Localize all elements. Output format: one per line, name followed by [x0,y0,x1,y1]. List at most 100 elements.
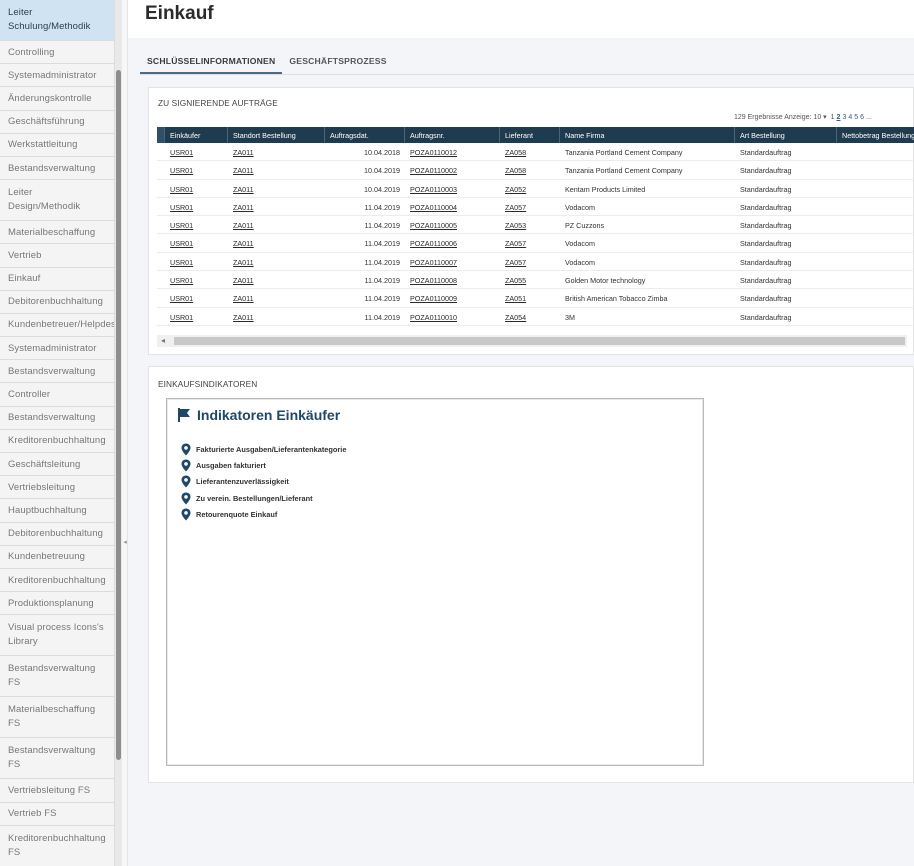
column-header[interactable]: Auftragsnr. [405,127,500,143]
table-cell[interactable]: USR01 [165,161,228,178]
table-row[interactable]: USR01 ZA011 10.04.2019 POZA0110002 ZA058 Tanz… [157,161,914,180]
table-cell[interactable]: POZA0110012 [405,143,500,160]
tab-schluesselinformationen[interactable]: SCHLÜSSELINFORMATIONEN [140,50,283,74]
sidebar-item[interactable]: Leiter Schulung/Methodik [0,0,114,41]
sidebar-item[interactable]: Vertriebsleitung FS [0,779,114,803]
page-link[interactable]: 5 [854,114,858,121]
table-row[interactable]: USR01 ZA011 11.04.2019 POZA0110008 ZA055 Gold… [157,271,914,290]
column-header[interactable]: Art Bestellung [735,127,837,143]
sidebar-item[interactable]: Kreditorenbuchhaltung FS [0,826,114,866]
table-cell[interactable]: ZA052 [500,180,560,197]
sidebar-item[interactable]: Materialbeschaffung FS [0,697,114,739]
table-cell[interactable]: POZA0110008 [405,271,500,288]
table-cell[interactable]: POZA0110005 [405,216,500,233]
sidebar-item[interactable]: Bestandsverwaltung [0,407,114,430]
sidebar-item[interactable]: Visual process Icons's Library [0,615,114,657]
scroll-left-icon[interactable]: ◂ [161,336,165,345]
table-cell[interactable]: ZA054 [500,308,560,325]
sidebar-item[interactable]: Materialbeschaffung [0,221,114,245]
sidebar-item[interactable]: Werkstattleitung [0,134,114,157]
page-size-select[interactable]: 10 ▾ [813,114,826,121]
table-cell[interactable]: POZA0110009 [405,289,500,306]
table-row[interactable]: USR01 ZA011 11.04.2019 POZA0110004 ZA057 Voda… [157,198,914,217]
table-cell[interactable]: USR01 [165,253,228,270]
sidebar-item[interactable]: Bestandsverwaltung FS [0,738,114,780]
table-cell[interactable]: USR01 [165,234,228,251]
table-cell[interactable]: ZA057 [500,198,560,215]
table-cell[interactable]: ZA058 [500,143,560,160]
table-cell[interactable]: POZA0110010 [405,308,500,325]
sidebar-item[interactable]: Kundenbetreuer/Helpdesk [0,314,114,338]
column-header[interactable]: Standort Bestellung [228,127,325,143]
sidebar-item[interactable]: Kundenbetreuung [0,546,114,569]
sidebar-item[interactable]: Controller [0,383,114,407]
table-cell[interactable]: ZA011 [228,161,325,178]
sidebar-item[interactable]: Vertrieb FS [0,803,114,826]
indicator-link[interactable]: Fakturierte Ausgaben/Lieferantenkategori… [181,441,346,457]
sidebar-item[interactable]: Leiter Design/Methodik [0,180,114,222]
table-cell[interactable]: ZA058 [500,161,560,178]
table-cell[interactable]: POZA0110007 [405,253,500,270]
sidebar-item[interactable]: Bestandsverwaltung [0,157,114,181]
row-selector[interactable] [157,180,165,197]
table-cell[interactable]: USR01 [165,216,228,233]
table-cell[interactable]: POZA0110003 [405,180,500,197]
page-link[interactable]: 2 [837,114,841,121]
table-cell[interactable]: POZA0110004 [405,198,500,215]
sidebar-item[interactable]: Hauptbuchhaltung [0,499,114,523]
table-row[interactable]: USR01 ZA011 11.04.2019 POZA0110010 ZA054 3M St… [157,308,914,326]
sidebar-item[interactable]: Bestandsverwaltung FS [0,656,114,698]
column-header[interactable]: Lieferant [500,127,560,143]
column-header[interactable]: Einkäufer [165,127,228,143]
table-cell[interactable]: ZA011 [228,234,325,251]
row-selector[interactable] [157,289,165,306]
table-cell[interactable]: ZA053 [500,216,560,233]
table-cell[interactable]: ZA011 [228,308,325,325]
row-selector[interactable] [157,234,165,251]
page-link[interactable]: 1 [831,114,835,121]
sidebar-item[interactable]: Produktionsplanung [0,592,114,616]
collapse-arrow-icon[interactable]: ◂ [122,538,128,546]
column-header[interactable]: Name Firma [560,127,735,143]
sidebar-item[interactable]: Systemadministrator [0,64,114,88]
column-header[interactable]: Auftragsdat. [325,127,405,143]
sidebar-collapse-strip[interactable] [122,0,128,866]
sidebar-item[interactable]: Vertriebsleitung [0,476,114,500]
indicator-link[interactable]: Retourenquote Einkauf [181,506,346,522]
indicator-link[interactable]: Lieferantenzuverlässigkeit [181,474,346,490]
row-selector[interactable] [157,161,165,178]
tab-geschaeftsprozess[interactable]: GESCHÄFTSPROZESS [282,50,393,74]
table-cell[interactable]: ZA011 [228,180,325,197]
table-cell[interactable]: ZA057 [500,234,560,251]
row-selector[interactable] [157,216,165,233]
table-row[interactable]: USR01 ZA011 11.04.2019 POZA0110006 ZA057 Voda… [157,234,914,253]
table-cell[interactable]: USR01 [165,198,228,215]
table-cell[interactable]: USR01 [165,271,228,288]
table-cell[interactable]: ZA055 [500,271,560,288]
sidebar-item[interactable]: Geschäftsführung [0,111,114,134]
sidebar-item[interactable]: Systemadministrator [0,337,114,361]
table-cell[interactable]: POZA0110002 [405,161,500,178]
sidebar-item[interactable]: Vertrieb [0,244,114,268]
table-cell[interactable]: ZA051 [500,289,560,306]
table-cell[interactable]: USR01 [165,308,228,325]
page-link[interactable]: 4 [848,114,852,121]
indicator-link[interactable]: Ausgaben fakturiert [181,457,346,473]
sidebar-item[interactable]: Kreditorenbuchhaltung [0,430,114,453]
row-selector[interactable] [157,253,165,270]
page-link[interactable]: 3 [842,114,846,121]
table-cell[interactable]: USR01 [165,180,228,197]
sidebar-item[interactable]: Bestandsverwaltung [0,360,114,384]
table-row[interactable]: USR01 ZA011 10.04.2018 POZA0110012 ZA058 Tanz… [157,143,914,162]
table-row[interactable]: USR01 ZA011 11.04.2019 POZA0110009 ZA051 Brit… [157,289,914,308]
sidebar-item[interactable]: Änderungskontrolle [0,87,114,111]
select-column-header[interactable] [157,127,165,143]
row-selector[interactable] [157,308,165,325]
sidebar-item[interactable]: Kreditorenbuchhaltung [0,569,114,593]
table-cell[interactable]: ZA011 [228,216,325,233]
table-cell[interactable]: ZA011 [228,253,325,270]
table-cell[interactable]: ZA057 [500,253,560,270]
sidebar-item[interactable]: Debitorenbuchhaltung [0,291,114,314]
table-cell[interactable]: ZA011 [228,271,325,288]
sidebar-scrollbar-thumb[interactable] [116,70,121,760]
